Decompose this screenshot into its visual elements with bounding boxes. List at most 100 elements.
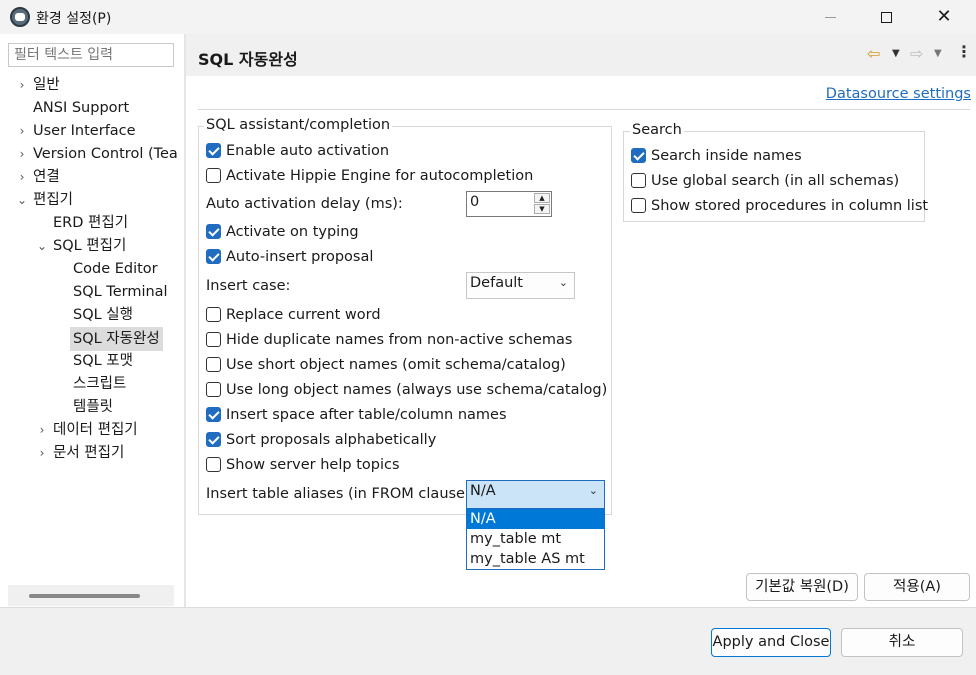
preferences-tree-pane: › 일반 ANSI Support › User Interface › Versio… bbox=[0, 34, 184, 607]
chevron-right-icon[interactable]: › bbox=[16, 120, 28, 142]
tree-item-label: 데이터 편집기 bbox=[53, 422, 138, 438]
checkbox-unchecked[interactable] bbox=[206, 357, 221, 372]
tree-item-label: User Interface bbox=[33, 123, 136, 139]
title-bar: 환경 설정(P) ✕ bbox=[0, 0, 976, 34]
insert-case-label: Insert case: bbox=[206, 278, 291, 294]
tree-item-label: 편집기 bbox=[33, 192, 74, 208]
checkbox-label: Use short object names (omit schema/cata… bbox=[226, 357, 566, 373]
forward-arrow-icon[interactable]: ⇨ bbox=[910, 44, 923, 63]
checkbox-unchecked[interactable] bbox=[206, 307, 221, 322]
tree-item-label: ERD 편집기 bbox=[53, 215, 129, 231]
checkbox-label: Replace current word bbox=[226, 307, 381, 323]
checkbox-label: Enable auto activation bbox=[226, 143, 390, 159]
preference-page: SQL 자동완성 ⇦ ▼ ⇨ ▼ ⋮ Datasource settings S… bbox=[186, 34, 976, 607]
checkbox-checked[interactable] bbox=[206, 143, 221, 158]
activation-delay-label: Auto activation delay (ms): bbox=[206, 196, 403, 212]
checkbox-checked[interactable] bbox=[206, 407, 221, 422]
tree-item-label: SQL Terminal bbox=[73, 284, 168, 300]
checkbox-label: Search inside names bbox=[651, 148, 802, 164]
cancel-button[interactable]: 취소 bbox=[841, 628, 963, 657]
tree-item-label: Version Control (Tea bbox=[33, 146, 178, 162]
minimize-icon bbox=[824, 16, 836, 18]
tree-item-label: Code Editor bbox=[73, 261, 158, 277]
checkbox-checked[interactable] bbox=[631, 148, 646, 163]
checkbox-label: Show stored procedures in column list bbox=[651, 198, 929, 214]
checkbox-label: Auto-insert proposal bbox=[226, 249, 374, 265]
spin-up-icon[interactable]: ▲ bbox=[534, 193, 550, 203]
select-value: Default bbox=[470, 275, 523, 291]
tree-item-label: 일반 bbox=[33, 77, 60, 93]
minimize-button[interactable] bbox=[802, 0, 858, 34]
chevron-down-icon: ⌄ bbox=[558, 276, 568, 289]
sql-assistant-group-title: SQL assistant/completion bbox=[204, 117, 393, 133]
chevron-right-icon[interactable]: › bbox=[16, 74, 28, 96]
checkbox-label: Hide duplicate names from non-active sch… bbox=[226, 332, 573, 348]
insert-case-select[interactable]: Default ⌄ bbox=[466, 272, 575, 299]
checkbox-unchecked[interactable] bbox=[206, 168, 221, 183]
checkbox-unchecked[interactable] bbox=[206, 457, 221, 472]
checkbox-unchecked[interactable] bbox=[631, 173, 646, 188]
tree-item-label: SQL 포맷 bbox=[73, 353, 133, 369]
checkbox-checked[interactable] bbox=[206, 432, 221, 447]
page-title: SQL 자동완성 bbox=[198, 50, 298, 69]
checkbox-label: Show server help topics bbox=[226, 457, 400, 473]
tree-item-label: ANSI Support bbox=[33, 100, 130, 116]
tree-item-label: 문서 편집기 bbox=[53, 445, 125, 461]
tree-item-label: SQL 편집기 bbox=[53, 238, 127, 254]
more-options-icon[interactable]: ⋮ bbox=[956, 42, 972, 61]
tree-item-label: 연결 bbox=[33, 169, 60, 185]
checkbox-label: Sort proposals alphabetically bbox=[226, 432, 437, 448]
table-aliases-dropdown[interactable]: N/A my_table mt my_table AS mt bbox=[466, 508, 605, 570]
checkbox-label: Use global search (in all schemas) bbox=[651, 173, 900, 189]
maximize-icon bbox=[880, 11, 892, 23]
table-aliases-select[interactable]: N/A ⌄ bbox=[466, 480, 605, 509]
header-separator bbox=[198, 109, 970, 110]
page-header: SQL 자동완성 ⇦ ▼ ⇨ ▼ ⋮ bbox=[186, 34, 976, 76]
horizontal-scrollbar[interactable] bbox=[8, 585, 174, 606]
chevron-down-icon[interactable]: ⌄ bbox=[16, 189, 28, 211]
checkbox-unchecked[interactable] bbox=[206, 382, 221, 397]
back-arrow-icon[interactable]: ⇦ bbox=[867, 44, 880, 63]
chevron-right-icon[interactable]: › bbox=[36, 419, 48, 441]
checkbox-unchecked[interactable] bbox=[631, 198, 646, 213]
dialog-button-bar: Apply and Close 취소 bbox=[0, 608, 976, 675]
forward-dropdown-icon[interactable]: ▼ bbox=[934, 48, 942, 59]
checkbox-label: Activate on typing bbox=[226, 224, 359, 240]
search-group-title: Search bbox=[630, 122, 684, 138]
chevron-down-icon[interactable]: ⌄ bbox=[36, 235, 48, 257]
chevron-right-icon[interactable]: › bbox=[36, 442, 48, 464]
close-button[interactable]: ✕ bbox=[916, 0, 972, 34]
checkbox-label: Insert space after table/column names bbox=[226, 407, 507, 423]
close-icon: ✕ bbox=[936, 6, 952, 27]
checkbox-label: Use long object names (always use schema… bbox=[226, 382, 608, 398]
scrollbar-thumb[interactable] bbox=[29, 594, 140, 598]
dbeaver-icon bbox=[10, 7, 30, 27]
checkbox-label: Activate Hippie Engine for autocompletio… bbox=[226, 168, 534, 184]
window-title: 환경 설정(P) bbox=[36, 11, 112, 27]
restore-defaults-button[interactable]: 기본값 복원(D) bbox=[746, 573, 858, 601]
filter-input[interactable] bbox=[8, 43, 174, 67]
spin-down-icon[interactable]: ▼ bbox=[534, 204, 550, 214]
apply-button[interactable]: 적용(A) bbox=[864, 573, 970, 601]
spinner-value[interactable]: 0 bbox=[470, 194, 479, 210]
chevron-right-icon[interactable]: › bbox=[16, 166, 28, 188]
back-dropdown-icon[interactable]: ▼ bbox=[892, 48, 900, 59]
maximize-button[interactable] bbox=[858, 0, 914, 34]
tree-item-label: 스크립트 bbox=[73, 376, 127, 392]
dropdown-option[interactable]: my_table AS mt bbox=[467, 549, 604, 569]
tree-item-label: SQL 자동완성 bbox=[70, 327, 163, 351]
select-value: N/A bbox=[470, 483, 496, 499]
chevron-down-icon: ⌄ bbox=[588, 484, 598, 497]
tree-item-label: SQL 실행 bbox=[73, 307, 133, 323]
tree-item-label: 템플릿 bbox=[73, 399, 114, 415]
checkbox-checked[interactable] bbox=[206, 224, 221, 239]
chevron-right-icon[interactable]: › bbox=[16, 143, 28, 165]
dropdown-option[interactable]: my_table mt bbox=[467, 529, 604, 549]
checkbox-unchecked[interactable] bbox=[206, 332, 221, 347]
checkbox-checked[interactable] bbox=[206, 249, 221, 264]
apply-and-close-button[interactable]: Apply and Close bbox=[711, 628, 831, 657]
datasource-settings-link[interactable]: Datasource settings bbox=[826, 86, 971, 102]
dropdown-option[interactable]: N/A bbox=[467, 509, 604, 529]
activation-delay-spinner[interactable]: 0 ▲ ▼ bbox=[466, 191, 552, 217]
table-aliases-label: Insert table aliases (in FROM clause): bbox=[206, 486, 476, 502]
